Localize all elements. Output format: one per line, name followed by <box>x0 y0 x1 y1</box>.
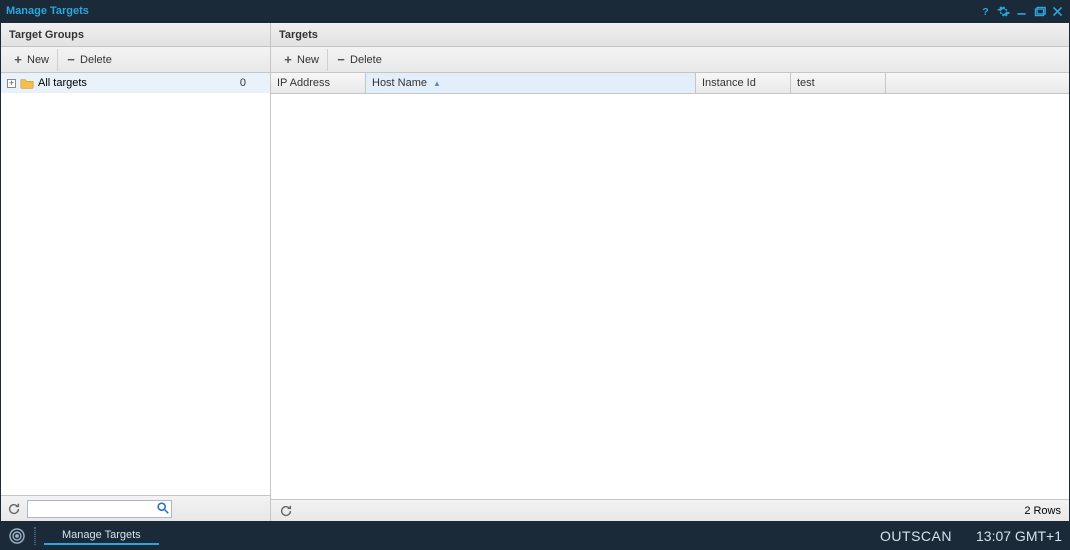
target-groups-header: Target Groups <box>1 23 270 47</box>
refresh-icon[interactable] <box>7 502 21 516</box>
targets-footer: 2 Rows <box>271 499 1069 521</box>
svg-text:?: ? <box>982 5 988 17</box>
column-host-name-label: Host Name <box>372 77 427 89</box>
targets-header: Targets <box>271 23 1069 47</box>
delete-target-button[interactable]: − Delete <box>328 49 390 71</box>
minus-icon: − <box>66 55 76 65</box>
target-groups-toolbar: + New − Delete <box>1 47 270 73</box>
delete-group-label: Delete <box>80 54 112 66</box>
sort-asc-icon: ▲ <box>433 79 441 88</box>
column-instance-id[interactable]: Instance Id <box>696 73 791 93</box>
target-groups-footer <box>1 495 270 521</box>
plus-icon: + <box>283 55 293 65</box>
targets-grid-body[interactable] <box>271 94 1069 499</box>
close-icon[interactable] <box>1050 4 1064 18</box>
column-host-name[interactable]: Host Name ▲ <box>366 73 696 93</box>
tree-item-count: 0 <box>240 77 264 89</box>
new-target-button[interactable]: + New <box>275 49 328 71</box>
start-button-icon[interactable] <box>8 527 26 545</box>
refresh-icon[interactable] <box>279 504 293 518</box>
plus-icon: + <box>13 55 23 65</box>
delete-group-button[interactable]: − Delete <box>58 49 120 71</box>
tree-item-all-targets[interactable]: + All targets 0 <box>1 73 270 93</box>
target-groups-panel: Target Groups + New − Delete + All targ <box>1 23 271 521</box>
window-titlebar: Manage Targets ? <box>0 0 1070 22</box>
expand-icon[interactable]: + <box>7 79 16 88</box>
targets-toolbar: + New − Delete <box>271 47 1069 73</box>
gear-icon[interactable] <box>996 4 1010 18</box>
window-title: Manage Targets <box>6 5 89 17</box>
folder-icon <box>20 77 34 89</box>
minimize-icon[interactable] <box>1014 4 1028 18</box>
clock-label: 13:07 GMT+1 <box>976 528 1062 544</box>
group-search-input[interactable] <box>27 500 172 518</box>
target-groups-tree[interactable]: + All targets 0 <box>1 73 270 495</box>
column-spacer <box>886 73 1069 93</box>
search-icon[interactable] <box>156 501 170 515</box>
row-count-label: 2 Rows <box>1024 505 1061 517</box>
minus-icon: − <box>336 55 346 65</box>
new-group-button[interactable]: + New <box>5 49 58 71</box>
new-target-label: New <box>297 54 319 66</box>
new-group-label: New <box>27 54 49 66</box>
maximize-icon[interactable] <box>1032 4 1046 18</box>
taskbar: Manage Targets OUTSCAN 13:07 GMT+1 <box>0 522 1070 550</box>
column-test[interactable]: test <box>791 73 886 93</box>
taskbar-task-manage-targets[interactable]: Manage Targets <box>44 527 159 545</box>
taskbar-divider <box>34 527 36 545</box>
delete-target-label: Delete <box>350 54 382 66</box>
tree-item-label: All targets <box>38 77 87 89</box>
help-icon[interactable]: ? <box>978 4 992 18</box>
targets-grid-header: IP Address Host Name ▲ Instance Id test <box>271 73 1069 94</box>
brand-label: OUTSCAN <box>880 528 952 544</box>
column-ip-address[interactable]: IP Address <box>271 73 366 93</box>
group-search <box>27 500 172 518</box>
targets-panel: Targets + New − Delete IP Address Host N… <box>271 23 1069 521</box>
